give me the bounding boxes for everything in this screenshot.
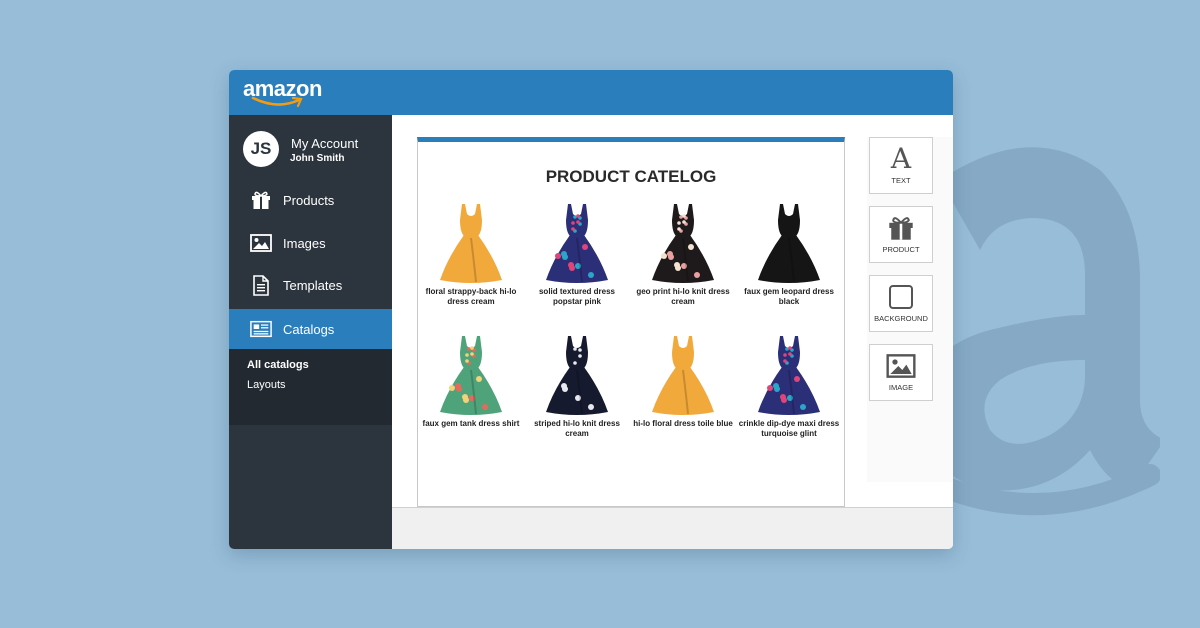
account-name: John Smith: [290, 153, 345, 164]
tool-label: BACKGROUND: [874, 314, 928, 323]
sidebar-item-label: Templates: [283, 277, 343, 293]
dress-image: [440, 336, 502, 415]
catalog-icon: [250, 319, 272, 339]
product-item[interactable]: floral strappy-back hi-lo dress cream: [418, 202, 524, 307]
dress-image: [652, 336, 714, 415]
document-icon: [250, 274, 272, 296]
product-tool-button[interactable]: PRODUCT: [869, 206, 933, 263]
product-item[interactable]: faux gem leopard dress black: [736, 202, 842, 307]
catalog-page[interactable]: PRODUCT CATELOG floral strappy-back hi-l…: [417, 137, 845, 507]
product-name: floral strappy-back hi-lo dress cream: [425, 287, 517, 306]
dress-image: [440, 204, 502, 283]
square-icon: [870, 283, 932, 311]
tool-label: TEXT: [891, 176, 911, 185]
amazon-smile-icon: [251, 96, 303, 108]
product-item[interactable]: geo print hi-lo knit dress cream: [630, 202, 736, 307]
sidebar-item-templates[interactable]: Templates: [229, 265, 392, 305]
sidebar-item-label: Images: [283, 235, 326, 251]
product-item[interactable]: faux gem tank dress shirt: [418, 334, 524, 429]
product-name: striped hi-lo knit dress cream: [534, 419, 620, 438]
background-tool-button[interactable]: BACKGROUND: [869, 275, 933, 332]
image-icon: [870, 352, 932, 380]
editor-area: PRODUCT CATELOG floral strappy-back hi-l…: [392, 115, 953, 549]
gift-icon: [870, 214, 932, 242]
image-tool-button[interactable]: IMAGE: [869, 344, 933, 401]
catalog-title[interactable]: PRODUCT CATELOG: [418, 167, 844, 187]
submenu-item-layouts[interactable]: Layouts: [247, 379, 286, 391]
product-name: faux gem leopard dress black: [744, 287, 834, 306]
product-item[interactable]: crinkle dip-dye maxi dress turquoise gli…: [736, 334, 842, 439]
tool-label: IMAGE: [888, 383, 914, 392]
dress-image: [758, 204, 820, 283]
avatar[interactable]: JS: [243, 131, 279, 167]
dress-image: [546, 336, 608, 415]
sidebar-item-products[interactable]: Products: [229, 180, 392, 220]
sidebar-item-catalogs[interactable]: Catalogs: [229, 309, 392, 349]
sidebar-item-label: Catalogs: [283, 321, 335, 337]
product-name: solid textured dress popstar pink: [538, 287, 616, 306]
dress-image: [758, 336, 820, 415]
product-item[interactable]: striped hi-lo knit dress cream: [524, 334, 630, 439]
dress-image: [546, 204, 608, 283]
product-name: geo print hi-lo knit dress cream: [636, 287, 730, 306]
dress-image: [652, 204, 714, 283]
catalogs-submenu: All catalogs Layouts: [229, 349, 392, 425]
product-name: faux gem tank dress shirt: [422, 419, 520, 428]
text-tool-button[interactable]: A TEXT: [869, 137, 933, 194]
sidebar: JS My Account John Smith Products Images…: [229, 115, 392, 549]
account-panel[interactable]: JS My Account John Smith: [229, 115, 392, 179]
account-title[interactable]: My Account: [291, 136, 358, 151]
sidebar-item-images[interactable]: Images: [229, 223, 392, 263]
app-window: amazon JS My Account John Smith Products…: [229, 70, 953, 549]
image-icon: [250, 233, 272, 253]
submenu-item-all-catalogs[interactable]: All catalogs: [247, 359, 309, 371]
gift-icon: [250, 190, 272, 210]
product-item[interactable]: hi-lo floral dress toile blue: [630, 334, 736, 429]
tools-panel: A TEXT PRODUCT BACKGROUND IMAGE: [867, 137, 953, 482]
sidebar-item-label: Products: [283, 192, 335, 208]
tool-label: PRODUCT: [882, 245, 920, 254]
product-item[interactable]: solid textured dress popstar pink: [524, 202, 630, 307]
top-bar: amazon: [229, 70, 953, 115]
bottom-bar: [392, 507, 953, 549]
product-name: hi-lo floral dress toile blue: [633, 419, 733, 428]
text-icon: A: [890, 142, 912, 175]
product-name: crinkle dip-dye maxi dress turquoise gli…: [738, 419, 840, 438]
